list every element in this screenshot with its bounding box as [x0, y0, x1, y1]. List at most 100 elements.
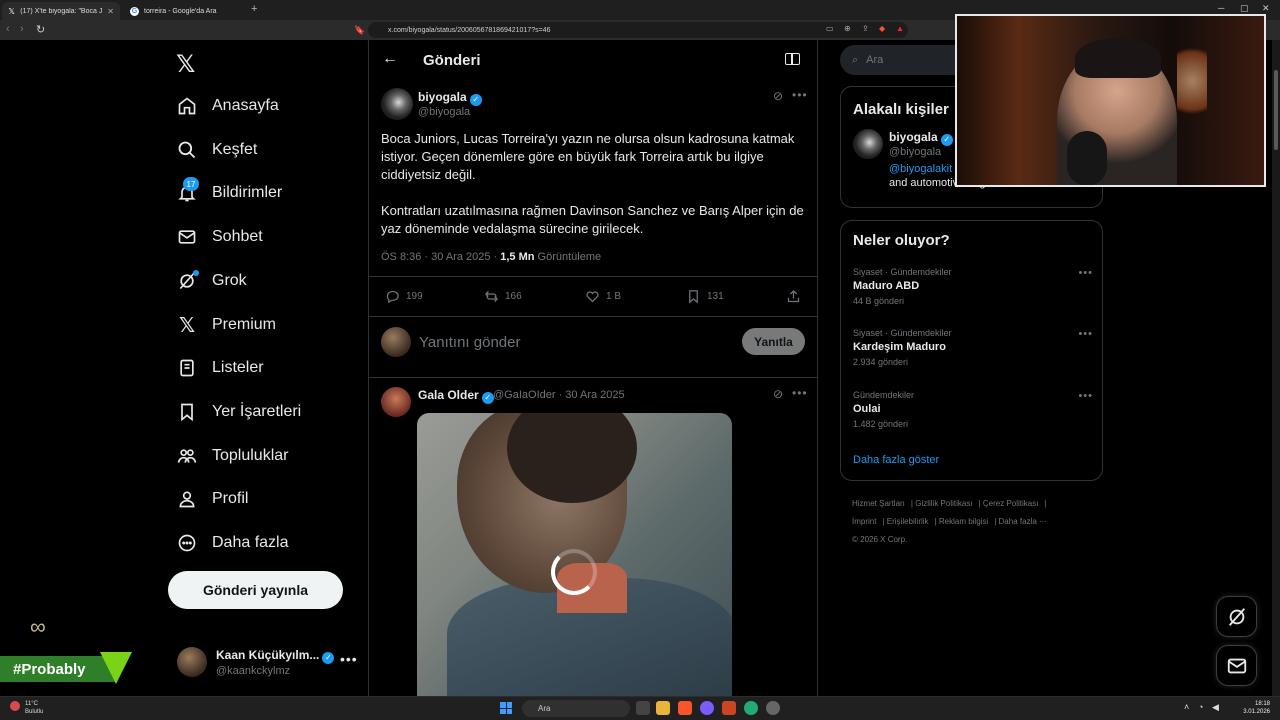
tweet-meta: ÖS 8:36 · 30 Ara 2025 · 1,5 Mn Görüntüle…: [381, 251, 601, 263]
related-handle: @biyogala: [889, 146, 942, 158]
nav-grok[interactable]: Grok: [176, 266, 247, 296]
view-label: Görüntüleme: [534, 251, 602, 263]
heart-icon: [586, 291, 599, 303]
share-button[interactable]: [786, 289, 801, 304]
account-switcher[interactable]: Kaan Küçükyılm... ✓ @kaankckylmz •••: [177, 645, 357, 681]
repost-count: 166: [505, 291, 522, 302]
related-name[interactable]: biyogala: [889, 130, 938, 144]
repost-button[interactable]: 166: [484, 289, 522, 304]
nav-explore[interactable]: Keşfet: [176, 135, 257, 165]
rewards-icon[interactable]: ▲: [896, 24, 904, 33]
browser-tab[interactable]: G torreira - Google'da Ara: [124, 2, 248, 20]
bookmark-icon: [176, 401, 198, 423]
back-arrow-icon[interactable]: ←: [382, 50, 398, 68]
reply-author-name[interactable]: Gala Older: [418, 388, 479, 402]
footer-link[interactable]: Erişilebilirlik: [887, 517, 929, 526]
reply-input[interactable]: Yanıtını gönder: [419, 334, 520, 351]
tweet-author-avatar[interactable]: [381, 88, 413, 120]
reply-author-avatar[interactable]: [381, 387, 411, 417]
trend-item[interactable]: Siyaset · Gündemdekiler Kardeşim Maduro …: [853, 328, 1093, 367]
copyright: © 2026 X Corp.: [852, 535, 908, 544]
reload-icon[interactable]: ↻: [36, 23, 45, 36]
post-button[interactable]: Gönderi yayınla: [168, 571, 343, 609]
discord-icon[interactable]: [700, 701, 714, 715]
whatsapp-icon[interactable]: [744, 701, 758, 715]
cast-icon[interactable]: ▭: [826, 24, 834, 33]
trend-item[interactable]: Gündemdekiler Oulai 1.482 gönderi •••: [853, 390, 1093, 429]
nav-home[interactable]: Anasayfa: [176, 91, 279, 121]
footer-link[interactable]: Imprint: [852, 517, 876, 526]
footer-link[interactable]: Çerez Politikası: [983, 499, 1039, 508]
maximize-icon[interactable]: ▢: [1240, 3, 1249, 14]
tweet-timestamp[interactable]: ÖS 8:36 · 30 Ara 2025 ·: [381, 251, 500, 263]
x-logo-icon[interactable]: 𝕏: [176, 50, 195, 79]
close-tab-icon[interactable]: ✕: [107, 7, 114, 16]
bookmark-page-icon[interactable]: 🔖: [354, 25, 365, 36]
close-window-icon[interactable]: ✕: [1262, 3, 1270, 14]
reader-mode-icon[interactable]: [785, 53, 800, 65]
task-view-icon[interactable]: [636, 701, 650, 715]
more-dots-icon[interactable]: •••: [792, 88, 808, 102]
reply-submit-button[interactable]: Yanıtla: [742, 328, 805, 355]
nav-notifications[interactable]: 17 Bildirimler: [176, 177, 282, 208]
new-tab-button[interactable]: +: [251, 3, 257, 15]
file-explorer-icon[interactable]: [656, 701, 670, 715]
footer-link[interactable]: Daha fazla ···: [999, 517, 1047, 526]
browser-tab-active[interactable]: 𝕏 (17) X'te biyogala: "Boca Juniors ✕: [2, 2, 120, 20]
reply-author-handle[interactable]: @GaIaOIder · 30 Ara 2025: [493, 389, 625, 401]
calendar-app-icon[interactable]: [722, 701, 736, 715]
forward-icon[interactable]: ›: [20, 23, 24, 35]
nav-premium[interactable]: 𝕏 Premium: [176, 310, 276, 340]
more-dots-icon[interactable]: •••: [1078, 390, 1093, 402]
scrollbar-thumb[interactable]: [1274, 70, 1278, 150]
tweet-author-handle[interactable]: @biyogala: [418, 106, 470, 118]
zoom-icon[interactable]: ⊕: [844, 24, 851, 33]
trend-title: Maduro ABD: [853, 280, 920, 292]
taskbar-search[interactable]: Ara: [522, 700, 630, 717]
obs-icon[interactable]: [766, 701, 780, 715]
grok-fab-button[interactable]: [1216, 596, 1257, 637]
tweet-author-name[interactable]: biyogala: [418, 90, 467, 104]
tab-title: (17) X'te biyogala: "Boca Juniors: [20, 7, 103, 15]
more-dots-icon[interactable]: •••: [792, 386, 808, 400]
new-indicator-dot: [193, 270, 199, 276]
footer-link[interactable]: Reklam bilgisi: [939, 517, 988, 526]
reply-video[interactable]: [417, 413, 732, 696]
trend-item[interactable]: Siyaset · Gündemdekiler Maduro ABD 44 B …: [853, 267, 1093, 306]
messages-fab-button[interactable]: [1216, 645, 1257, 686]
brave-shield-icon[interactable]: ◆: [879, 24, 885, 33]
show-more-link[interactable]: Daha fazla göster: [853, 454, 939, 466]
search-placeholder: Ara: [866, 54, 884, 66]
more-dots-icon[interactable]: •••: [1078, 267, 1093, 279]
grok-icon[interactable]: ⊘: [773, 89, 783, 103]
nav-lists[interactable]: Listeler: [176, 353, 264, 383]
footer-link[interactable]: Gizlilik Politikası: [915, 499, 972, 508]
nav-more[interactable]: Daha fazla: [176, 528, 289, 558]
nav-communities[interactable]: Topluluklar: [176, 441, 288, 471]
start-button[interactable]: [500, 702, 512, 714]
verified-badge-icon: ✓: [481, 392, 494, 404]
like-button[interactable]: 1 B: [585, 289, 621, 304]
nav-bookmarks[interactable]: Yer İşaretleri: [176, 397, 301, 427]
wifi-icon[interactable]: ◔: [1198, 702, 1203, 712]
brave-browser-icon[interactable]: [678, 701, 692, 715]
bookmark-button[interactable]: 131: [686, 289, 724, 304]
related-avatar[interactable]: [853, 129, 883, 159]
tray-chevron-icon[interactable]: ˄: [1184, 702, 1189, 712]
taskbar-clock[interactable]: 18:18 3.01.2026: [1230, 700, 1270, 716]
share-icon[interactable]: ⇪: [862, 24, 869, 33]
page-scrollbar[interactable]: [1272, 40, 1280, 696]
related-bio-link[interactable]: @biyogalakit: [889, 163, 952, 175]
minimize-icon[interactable]: ─: [1218, 3, 1224, 13]
back-icon[interactable]: ‹: [6, 23, 10, 35]
more-dots-icon[interactable]: •••: [340, 651, 358, 667]
webcam-background: [1177, 36, 1207, 126]
reply-button[interactable]: 199: [385, 289, 423, 304]
grok-icon[interactable]: ⊘: [773, 387, 783, 401]
footer-link[interactable]: Hizmet Şartları: [852, 499, 905, 508]
divider: [369, 377, 818, 378]
nav-profile[interactable]: Profil: [176, 484, 248, 514]
more-dots-icon[interactable]: •••: [1078, 328, 1093, 340]
speaker-icon[interactable]: ◀: [1212, 702, 1219, 713]
nav-chat[interactable]: Sohbet: [176, 222, 263, 252]
